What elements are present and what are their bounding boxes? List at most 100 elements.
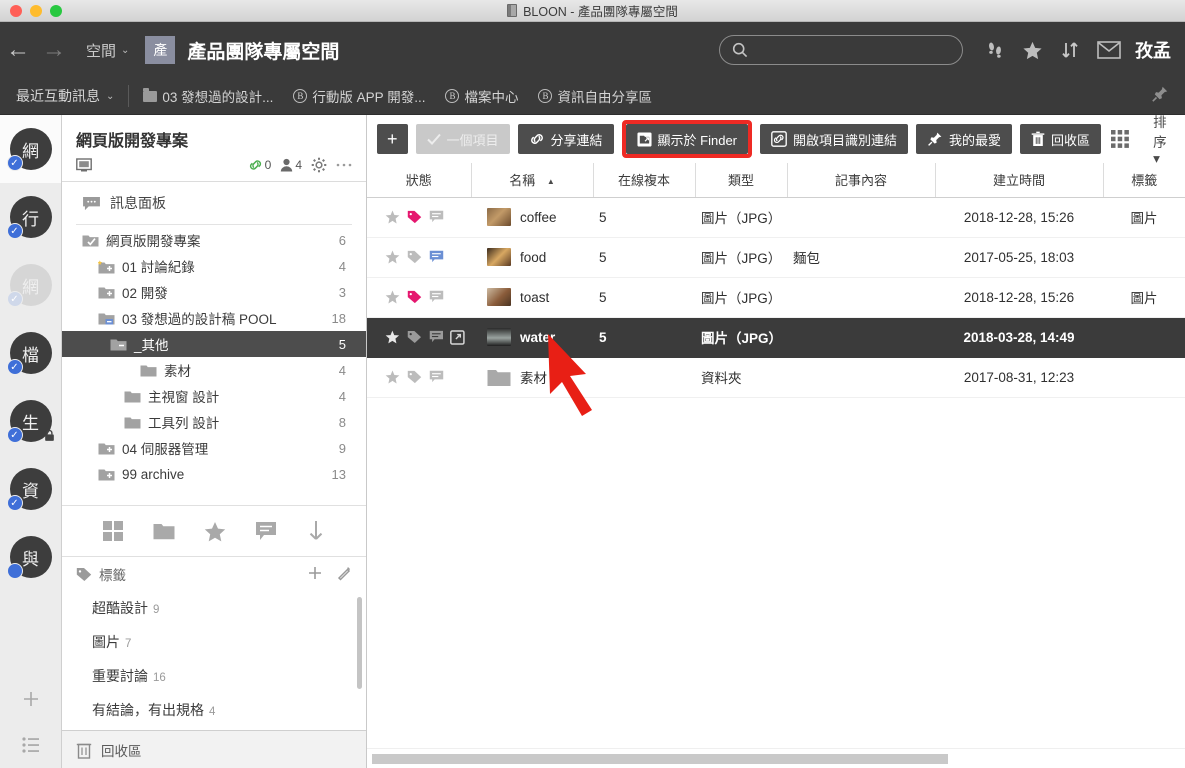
tag-item[interactable]: 圖片 7: [62, 625, 366, 659]
cell-status: [367, 197, 471, 238]
avatar: 資 ✓: [6, 468, 52, 511]
tree-row-design-pool[interactable]: 03 發想過的設計稿 POOL 18: [76, 305, 352, 331]
star-icon[interactable]: [385, 250, 400, 264]
folder-icon[interactable]: [153, 522, 175, 540]
column-header-tag[interactable]: 標籤: [1103, 163, 1185, 198]
table-row[interactable]: coffee 5 圖片（JPG） 2018-12-28, 15:26 圖片: [367, 197, 1185, 238]
column-header-status[interactable]: 狀態: [367, 163, 472, 198]
column-header-type[interactable]: 類型: [695, 163, 788, 198]
comment-icon[interactable]: [429, 330, 444, 344]
column-header-created[interactable]: 建立時間: [935, 163, 1104, 198]
space-dropdown[interactable]: 空間 ⌄: [86, 40, 129, 61]
rail-item-4[interactable]: 生 ✓: [0, 387, 61, 455]
rail-item-3[interactable]: 檔 ✓: [0, 319, 61, 387]
tree-row-toolbar-design[interactable]: 工具列 設計 8: [76, 409, 352, 435]
rail-item-6[interactable]: 與: [0, 523, 61, 591]
open-item-link-button[interactable]: 開啟項目識別連結: [760, 124, 909, 154]
rail-bottom-actions: [0, 676, 62, 768]
cell-type: 資料夾: [695, 357, 787, 398]
add-space-button[interactable]: [0, 676, 62, 722]
member-count-chip[interactable]: 4: [280, 158, 302, 172]
show-in-finder-button[interactable]: 顯示於 Finder: [625, 124, 749, 154]
column-header-note[interactable]: 記事內容: [787, 163, 936, 198]
mail-icon[interactable]: [1097, 41, 1121, 59]
pin-icon[interactable]: [1151, 85, 1169, 108]
tag-item[interactable]: 超酷設計 9: [62, 591, 366, 625]
table-row[interactable]: 素材 資料夾 2017-08-31, 12:23: [367, 357, 1185, 398]
edit-tag-button[interactable]: [336, 565, 352, 584]
rail-item-0[interactable]: 網 ✓: [0, 115, 61, 183]
tree-row-other-selected[interactable]: _其他 5: [62, 331, 366, 357]
gear-icon[interactable]: [311, 157, 327, 173]
tab-file-center[interactable]: B 檔案中心: [445, 86, 518, 106]
tag-icon[interactable]: [407, 210, 422, 224]
column-header-online-copies[interactable]: 在線複本: [593, 163, 696, 198]
rail-item-1[interactable]: 行 ✓: [0, 183, 61, 251]
grid-icon[interactable]: [102, 520, 124, 542]
share-link-button[interactable]: 分享連結: [517, 124, 614, 154]
current-user-name[interactable]: 孜孟: [1135, 37, 1171, 63]
tree-row-discussion[interactable]: 01 討論紀錄 4: [76, 253, 352, 279]
table-row[interactable]: toast 5 圖片（JPG） 2018-12-28, 15:26 圖片: [367, 277, 1185, 318]
tag-icon[interactable]: [407, 290, 422, 304]
tree-row-assets[interactable]: 素材 4: [76, 357, 352, 383]
comment-icon[interactable]: [255, 521, 277, 541]
tag-item[interactable]: 重要討論 16: [62, 659, 366, 693]
tag-icon[interactable]: [407, 370, 422, 384]
comment-icon[interactable]: [429, 370, 444, 384]
selection-count-button[interactable]: 一個項目: [415, 124, 510, 154]
forward-button[interactable]: →: [36, 38, 72, 62]
tree-row-server-mgmt[interactable]: 04 伺服器管理 9: [76, 435, 352, 461]
star-icon[interactable]: [204, 521, 226, 542]
star-icon[interactable]: [1022, 40, 1043, 61]
space-list-button[interactable]: [0, 722, 62, 768]
comment-icon[interactable]: [429, 210, 444, 224]
table-row[interactable]: food 5 圖片（JPG） 麵包 2017-05-25, 18:03: [367, 237, 1185, 278]
back-button[interactable]: ←: [0, 38, 36, 62]
sort-icon[interactable]: [1060, 40, 1080, 60]
sidebar-trash-item[interactable]: 回收區: [62, 730, 366, 768]
tree-row-main-window-design[interactable]: 主視窗 設計 4: [76, 383, 352, 409]
cell-note: [787, 277, 935, 318]
favorite-button[interactable]: 我的最愛: [916, 124, 1013, 154]
horizontal-scrollbar-thumb[interactable]: [372, 754, 948, 764]
horizontal-scrollbar[interactable]: [367, 748, 1185, 768]
comment-icon[interactable]: [429, 250, 444, 264]
tab-mobile-app[interactable]: B 行動版 APP 開發...: [293, 86, 425, 106]
link-count-chip[interactable]: 0: [248, 158, 271, 172]
search-input[interactable]: [755, 42, 945, 58]
tags-header: 標籤: [62, 556, 366, 591]
recent-messages-dropdown[interactable]: 最近互動訊息 ⌄: [16, 86, 114, 106]
table-row[interactable]: water 5 圖片（JPG） 2018-03-28, 14:49: [367, 317, 1185, 358]
tab-info-share[interactable]: B 資訊自由分享區: [538, 86, 652, 106]
star-icon[interactable]: [385, 290, 400, 304]
footprints-icon[interactable]: [985, 40, 1005, 60]
message-panel-item[interactable]: 訊息面板: [62, 182, 366, 224]
star-icon[interactable]: [385, 210, 400, 224]
view-grid-button[interactable]: [1109, 128, 1131, 150]
comment-icon[interactable]: [429, 290, 444, 304]
add-tag-button[interactable]: [307, 565, 323, 584]
rail-item-2[interactable]: 網 ✓: [0, 251, 61, 319]
tag-item[interactable]: 有結論，有出規格 4: [62, 693, 366, 727]
tree-row-development[interactable]: 02 開發 3: [76, 279, 352, 305]
column-header-name[interactable]: 名稱 ▲: [471, 163, 594, 198]
star-icon[interactable]: [385, 370, 400, 384]
rail-item-5[interactable]: 資 ✓: [0, 455, 61, 523]
project-title: 網頁版開發專案: [76, 133, 189, 150]
external-link-icon[interactable]: [450, 329, 465, 345]
tag-icon[interactable]: [407, 250, 422, 264]
search-box[interactable]: [719, 35, 963, 65]
tag-icon[interactable]: [407, 330, 422, 344]
tree-row-archive[interactable]: 99 archive 13: [76, 461, 352, 487]
star-icon[interactable]: [385, 330, 400, 344]
add-button[interactable]: +: [377, 124, 408, 154]
tab-design-pool[interactable]: 03 發想過的設計...: [143, 86, 273, 106]
more-icon[interactable]: [336, 162, 352, 168]
sort-dropdown[interactable]: 排序▾: [1153, 111, 1167, 167]
tags-scrollbar[interactable]: [357, 597, 362, 689]
space-title: 產品團隊專屬空間: [187, 41, 340, 63]
tree-row-project-root[interactable]: 網頁版開發專案 6: [76, 227, 352, 253]
download-icon[interactable]: [306, 520, 326, 542]
trash-button[interactable]: 回收區: [1020, 124, 1102, 154]
